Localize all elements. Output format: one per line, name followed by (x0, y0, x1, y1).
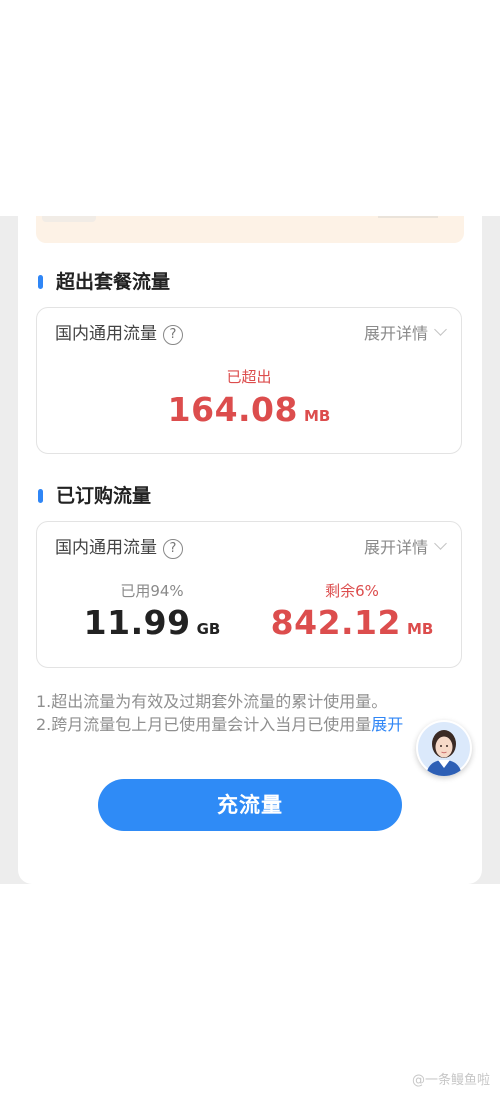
assistant-avatar-icon (418, 722, 470, 776)
box-label: 国内通用流量? (55, 322, 183, 346)
section-title-text: 超出套餐流量 (56, 271, 171, 293)
remaining-percent-label: 剩余6% (325, 582, 379, 600)
recharge-data-button[interactable]: 充流量 (98, 779, 402, 831)
box-label: 国内通用流量? (55, 536, 183, 560)
page: 超出套餐流量 国内通用流量? 展开详情 已超出 164.08 MB 已订购流量 国… (0, 0, 500, 1100)
help-icon[interactable]: ? (163, 539, 183, 559)
used-value: 11.99 (83, 603, 191, 642)
note-line-2-text: 2.跨月流量包上月已使用量会计入当月已使用量 (36, 715, 372, 734)
expand-details-label: 展开详情 (363, 324, 428, 343)
chevron-down-icon (434, 323, 447, 336)
remaining-unit: MB (406, 620, 434, 638)
assistant-avatar[interactable] (416, 720, 472, 776)
exceeded-amount: 164.08 MB (37, 390, 461, 429)
expand-details-link[interactable]: 展开详情 (363, 536, 447, 560)
expand-details-link[interactable]: 展开详情 (363, 322, 447, 346)
used-percent-label: 已用94% (120, 582, 184, 600)
remaining-amount: 842.12 MB (267, 603, 437, 642)
promo-strip (36, 216, 464, 243)
promo-strip-tab-right (378, 216, 438, 218)
chevron-down-icon (434, 537, 447, 550)
usage-notes: 1.超出流量为有效及过期套外流量的累计使用量。 2.跨月流量包上月已使用量会计入… (36, 690, 466, 736)
remaining-value: 842.12 (270, 603, 401, 642)
note-line-2: 2.跨月流量包上月已使用量会计入当月已使用量展开 (36, 713, 466, 736)
used-amount: 11.99 GB (77, 603, 227, 642)
promo-strip-tab-left (42, 216, 96, 222)
purchased-usage-box: 国内通用流量? 展开详情 已用94% 11.99 GB 剩余6% 842.12 MB (36, 521, 462, 668)
section-title-purchased: 已订购流量 (38, 483, 151, 509)
exceeded-value: 164.08 (167, 390, 298, 429)
section-title-text: 已订购流量 (56, 485, 152, 507)
box-label-text: 国内通用流量 (55, 324, 157, 344)
watermark: @一条鳗鱼啦 (411, 1073, 490, 1088)
section-title-exceeded: 超出套餐流量 (38, 269, 170, 295)
note-line-1: 1.超出流量为有效及过期套外流量的累计使用量。 (36, 692, 388, 711)
used-column: 已用94% 11.99 GB (77, 580, 227, 642)
section-marker (38, 275, 43, 289)
section-marker (38, 489, 43, 503)
exceeded-usage-box: 国内通用流量? 展开详情 已超出 164.08 MB (36, 307, 462, 454)
expand-notes-link[interactable]: 展开 (371, 715, 403, 734)
help-icon[interactable]: ? (163, 325, 183, 345)
exceeded-status-label: 已超出 (226, 368, 272, 386)
used-unit: GB (196, 620, 221, 638)
remaining-column: 剩余6% 842.12 MB (267, 580, 437, 642)
box-label-text: 国内通用流量 (55, 538, 157, 558)
expand-details-label: 展开详情 (363, 538, 428, 557)
exceeded-unit: MB (303, 407, 331, 425)
